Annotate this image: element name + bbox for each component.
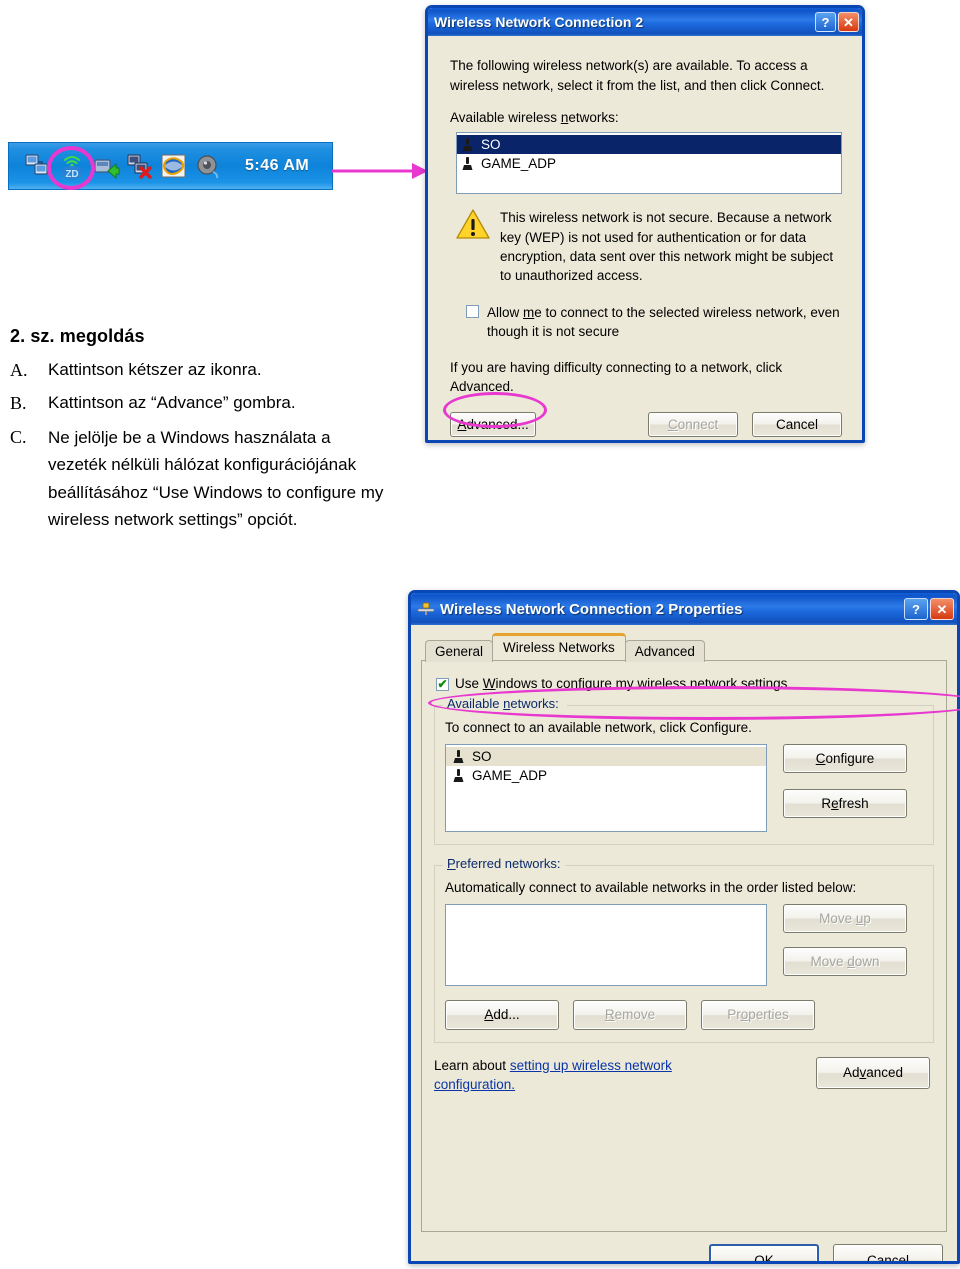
- cancel-button[interactable]: Cancel: [752, 412, 842, 438]
- preferred-networks-group: Preferred networks: Automatically connec…: [434, 855, 934, 1043]
- connect-button[interactable]: Connect: [648, 412, 739, 438]
- dialog1-button-row: Advanced... Connect Cancel: [450, 412, 842, 438]
- check-mark-icon: ✔: [437, 677, 448, 692]
- use-windows-checkbox[interactable]: ✔: [436, 677, 449, 692]
- instruction-step-a: A. Kattintson kétszer az ikonra.: [10, 357, 390, 384]
- step-text: Kattintson az “Advance” gombra.: [48, 393, 296, 413]
- wireless-networks-panel: ✔ Use Windows to configure my wireless n…: [421, 660, 947, 1232]
- wireless-network-icon: [453, 749, 464, 763]
- cancel-button[interactable]: Cancel: [833, 1244, 943, 1261]
- learn-advanced-row: Learn about setting up wireless network …: [434, 1056, 934, 1095]
- preferred-networks-listbox[interactable]: [445, 903, 767, 986]
- warning-text: This wireless network is not secure. Bec…: [500, 210, 834, 283]
- dialog2-body: General Wireless Networks Advanced ✔ Use…: [411, 625, 957, 1261]
- step-letter: C.: [10, 426, 27, 447]
- internet-explorer-icon[interactable]: [159, 151, 189, 181]
- network-icon[interactable]: [23, 151, 53, 181]
- network-name: GAME_ADP: [472, 767, 548, 783]
- dialog1-body: The following wireless network(s) are av…: [428, 36, 862, 440]
- remove-button[interactable]: Remove: [573, 999, 687, 1030]
- add-button[interactable]: Add...: [445, 999, 559, 1030]
- network-disconnected-icon[interactable]: [125, 151, 155, 181]
- tab-advanced[interactable]: Advanced: [624, 640, 705, 662]
- preferred-buttons-row: Add... Remove Properties: [445, 999, 923, 1030]
- available-networks-listbox[interactable]: SO GAME_ADP: [445, 743, 767, 832]
- security-warning: This wireless network is not secure. Bec…: [456, 208, 842, 285]
- instruction-title: 2. sz. megoldás: [10, 326, 145, 346]
- use-windows-checkbox-label: Use Windows to configure my wireless net…: [455, 676, 788, 691]
- volume-icon[interactable]: [193, 151, 223, 181]
- allow-connect-checkbox[interactable]: [466, 305, 479, 319]
- available-networks-label: Available wireless networks:: [450, 110, 619, 126]
- available-networks-group: Available networks: To connect to an ava…: [434, 696, 934, 845]
- warning-icon: [456, 209, 490, 240]
- tab-strip: General Wireless Networks Advanced: [421, 633, 947, 662]
- allow-connect-checkbox-row[interactable]: Allow me to connect to the selected wire…: [466, 303, 842, 341]
- usb-eject-icon[interactable]: [91, 151, 121, 181]
- available-networks-hint: To connect to an available network, clic…: [445, 720, 752, 736]
- document-page: ZD 5:46 AM 2. sz. megoldás A. Kattintson…: [0, 0, 960, 1269]
- close-icon[interactable]: ✕: [930, 598, 954, 620]
- list-item[interactable]: SO: [446, 746, 766, 766]
- instruction-step-c: C. Ne jelölje be a Windows használata a …: [10, 424, 390, 534]
- windows-system-tray: ZD 5:46 AM: [8, 142, 333, 190]
- step-text: Ne jelölje be a Windows használata a vez…: [48, 427, 384, 530]
- network-adapter-icon: [417, 602, 435, 615]
- dialog2-titlebar[interactable]: Wireless Network Connection 2 Properties…: [411, 593, 957, 625]
- dialog1-window-buttons: ? ✕: [815, 12, 859, 32]
- network-name: SO: [481, 137, 501, 153]
- advanced-button[interactable]: Advanced...: [450, 412, 537, 438]
- learn-prefix: Learn about: [434, 1057, 510, 1073]
- instruction-block: 2. sz. megoldás A. Kattintson kétszer az…: [10, 326, 390, 540]
- tray-to-dialog-arrow: [332, 163, 428, 179]
- list-item[interactable]: GAME_ADP: [446, 766, 766, 785]
- step-text: Kattintson kétszer az ikonra.: [48, 360, 262, 379]
- help-button[interactable]: ?: [815, 12, 836, 32]
- instruction-step-b: B. Kattintson az “Advance” gombra.: [10, 390, 390, 417]
- close-icon[interactable]: ✕: [838, 12, 859, 32]
- difficulty-text: If you are having difficulty connecting …: [450, 360, 783, 394]
- list-item[interactable]: SO: [457, 135, 841, 155]
- tab-wireless-networks[interactable]: Wireless Networks: [492, 633, 626, 660]
- step-letter: B.: [10, 393, 27, 414]
- learn-about-text: Learn about setting up wireless network …: [434, 1057, 754, 1095]
- list-item[interactable]: GAME_ADP: [457, 154, 841, 173]
- wireless-network-icon: [453, 768, 464, 782]
- step-letter: A.: [10, 360, 28, 380]
- dialog2-window-buttons: ? ✕: [904, 598, 954, 620]
- wireless-network-properties-dialog: Wireless Network Connection 2 Properties…: [408, 590, 960, 1264]
- wireless-network-icon: [462, 138, 473, 152]
- tray-clock: 5:46 AM: [245, 157, 310, 174]
- advanced-button[interactable]: Advanced: [816, 1056, 930, 1089]
- configure-button[interactable]: Configure: [783, 743, 907, 773]
- properties-button[interactable]: Properties: [701, 999, 815, 1030]
- available-networks-listbox[interactable]: SO GAME_ADP: [456, 132, 842, 195]
- available-networks-legend: Available networks:: [443, 696, 563, 712]
- refresh-button[interactable]: Refresh: [783, 788, 907, 818]
- preferred-networks-legend: Preferred networks:: [443, 855, 565, 871]
- move-down-button[interactable]: Move down: [783, 946, 907, 976]
- svg-text:ZD: ZD: [65, 169, 78, 180]
- dialog1-title: Wireless Network Connection 2: [434, 14, 644, 30]
- use-windows-checkbox-row[interactable]: ✔ Use Windows to configure my wireless n…: [436, 675, 934, 693]
- dialog2-title: Wireless Network Connection 2 Properties: [440, 600, 743, 618]
- tab-general[interactable]: General: [425, 640, 494, 662]
- help-button[interactable]: ?: [904, 598, 928, 620]
- dialog2-footer-buttons: OK Cancel: [421, 1244, 947, 1261]
- preferred-networks-hint: Automatically connect to available netwo…: [445, 879, 857, 895]
- move-up-button[interactable]: Move up: [783, 903, 907, 933]
- dialog1-titlebar[interactable]: Wireless Network Connection 2 ? ✕: [428, 8, 862, 36]
- network-name: GAME_ADP: [481, 156, 557, 172]
- zd-wireless-icon[interactable]: ZD: [57, 151, 87, 181]
- ok-button[interactable]: OK: [709, 1244, 819, 1261]
- dialog1-intro-text: The following wireless network(s) are av…: [450, 58, 825, 93]
- network-name: SO: [472, 748, 492, 764]
- wireless-network-connection-dialog: Wireless Network Connection 2 ? ✕ The fo…: [425, 5, 865, 443]
- wireless-network-icon: [462, 157, 473, 171]
- allow-connect-label: Allow me to connect to the selected wire…: [487, 305, 840, 340]
